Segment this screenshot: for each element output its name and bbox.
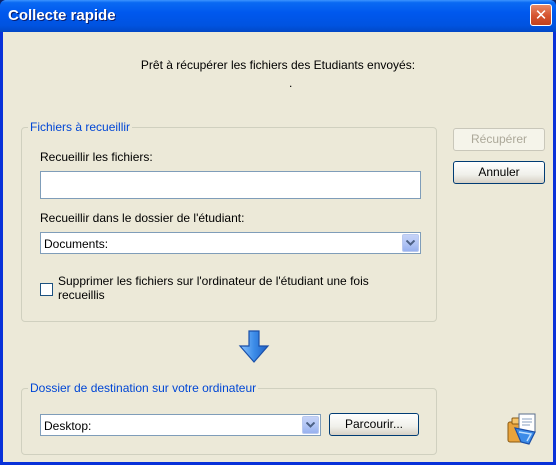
delete-files-label: Supprimer les fichiers sur l'ordinateur …	[58, 274, 369, 302]
destination-legend: Dossier de destination sur votre ordinat…	[30, 381, 257, 395]
browse-button[interactable]: Parcourir...	[329, 413, 419, 436]
chevron-down-icon[interactable]	[302, 416, 319, 434]
collect-files-input[interactable]	[40, 171, 421, 199]
arrow-down-icon	[238, 330, 270, 363]
collect-files-label: Recueillir les fichiers:	[40, 150, 153, 164]
chevron-down-icon[interactable]	[402, 234, 419, 252]
delete-files-checkbox[interactable]	[40, 283, 53, 296]
status-detail: .	[289, 76, 293, 90]
student-folder-select[interactable]: Documents:	[40, 232, 421, 254]
close-button[interactable]: ✕	[530, 4, 552, 26]
student-folder-value: Documents:	[44, 237, 109, 251]
cancel-button[interactable]: Annuler	[453, 161, 545, 184]
window-title: Collecte rapide	[8, 7, 116, 24]
status-message: Prêt à récupérer les fichiers des Etudia…	[140, 58, 416, 72]
destination-folder-select[interactable]: Desktop:	[40, 414, 321, 436]
title-bar[interactable]: Collecte rapide ✕	[0, 0, 556, 32]
retrieve-button[interactable]: Récupérer	[453, 128, 545, 151]
collect-dialog: Collecte rapide ✕ Prêt à récupérer les f…	[0, 0, 556, 465]
files-to-collect-legend: Fichiers à recueillir	[30, 120, 131, 134]
destination-folder-value: Desktop:	[44, 419, 92, 433]
student-folder-label: Recueillir dans le dossier de l'étudiant…	[40, 211, 245, 225]
collect-app-icon	[507, 413, 536, 445]
close-icon: ✕	[534, 6, 548, 24]
